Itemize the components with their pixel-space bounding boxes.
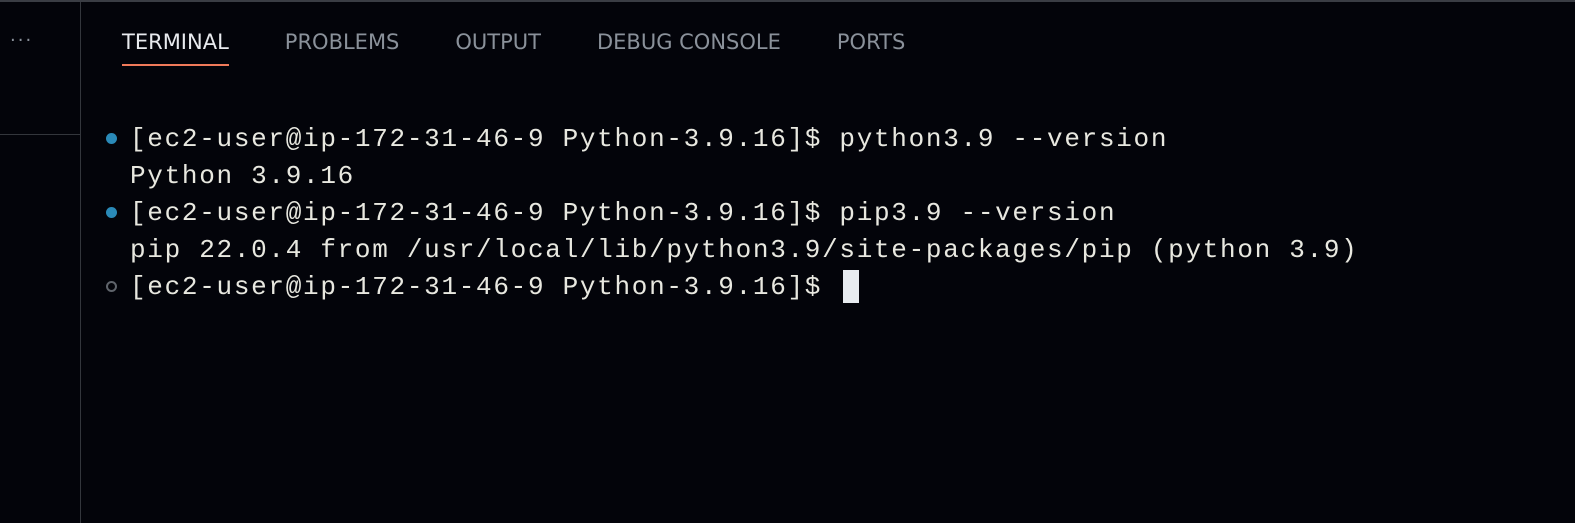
panel-tabs: TERMINAL PROBLEMS OUTPUT DEBUG CONSOLE P… [122, 30, 961, 66]
tab-output[interactable]: OUTPUT [455, 30, 541, 66]
tab-problems[interactable]: PROBLEMS [285, 30, 400, 66]
top-border [0, 0, 1575, 2]
left-panel: ··· [0, 2, 81, 523]
command-success-icon[interactable] [106, 133, 117, 144]
terminal-line: pip 22.0.4 from /usr/local/lib/python3.9… [100, 231, 1358, 268]
terminal-line: Python 3.9.16 [100, 157, 1358, 194]
tab-debug-console[interactable]: DEBUG CONSOLE [597, 30, 781, 66]
terminal-prompt-line: [ec2-user@ip-172-31-46-9 Python-3.9.16]$ [100, 268, 1358, 305]
command-text: [ec2-user@ip-172-31-46-9 Python-3.9.16]$… [130, 197, 1117, 228]
tab-ports[interactable]: PORTS [837, 30, 905, 66]
tab-terminal[interactable]: TERMINAL [122, 30, 229, 66]
divider [0, 134, 80, 135]
terminal-line: [ec2-user@ip-172-31-46-9 Python-3.9.16]$… [100, 194, 1358, 231]
command-text: [ec2-user@ip-172-31-46-9 Python-3.9.16]$… [130, 123, 1169, 154]
more-actions-icon[interactable]: ··· [10, 30, 33, 51]
terminal-output[interactable]: [ec2-user@ip-172-31-46-9 Python-3.9.16]$… [100, 120, 1358, 305]
output-text: Python 3.9.16 [130, 160, 355, 191]
output-text: pip 22.0.4 from /usr/local/lib/python3.9… [130, 234, 1359, 265]
command-pending-icon [106, 281, 117, 292]
prompt-text: [ec2-user@ip-172-31-46-9 Python-3.9.16]$ [130, 271, 840, 302]
terminal-cursor[interactable] [843, 270, 860, 303]
command-success-icon[interactable] [106, 207, 117, 218]
terminal-line: [ec2-user@ip-172-31-46-9 Python-3.9.16]$… [100, 120, 1358, 157]
